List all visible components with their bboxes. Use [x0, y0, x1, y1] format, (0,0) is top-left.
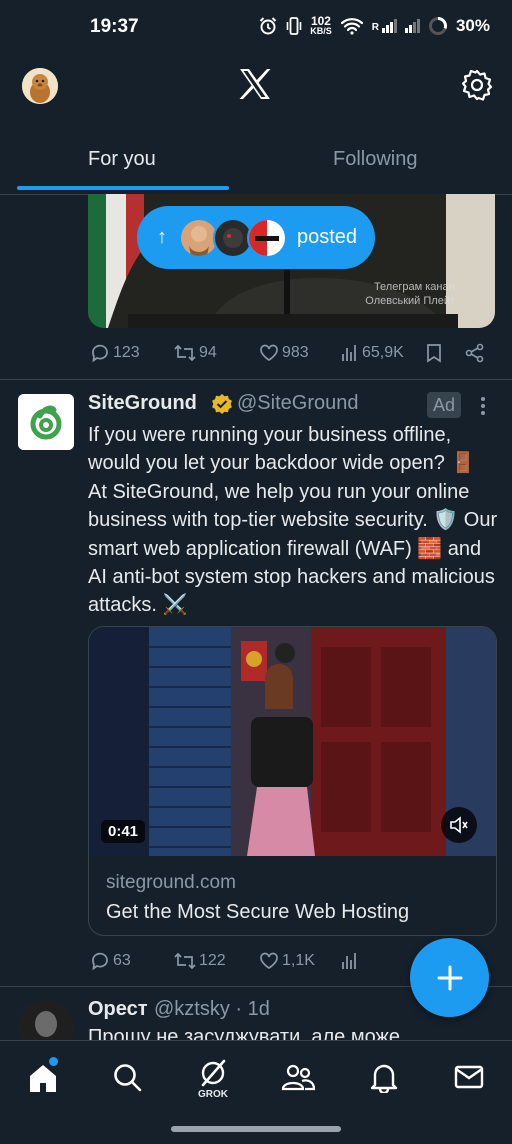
communities-icon	[281, 1064, 316, 1091]
status-bar: 19:37 102 KB/S R 30%	[0, 0, 512, 56]
posted-avatars	[179, 217, 287, 258]
plus-icon	[437, 965, 462, 990]
nav-grok[interactable]: GROK	[193, 1058, 233, 1100]
battery-ring-icon	[428, 16, 448, 36]
post-divider	[0, 379, 512, 380]
network-speed: 102 KB/S	[310, 14, 332, 36]
compose-button[interactable]	[410, 938, 489, 1017]
heart-icon	[260, 344, 278, 362]
tab-following[interactable]: Following	[333, 148, 417, 171]
tab-for-you[interactable]: For you	[88, 148, 156, 171]
video-watermark: Телеграм канал Олевський Плейт	[365, 281, 455, 307]
alarm-icon	[258, 16, 278, 36]
repost-button[interactable]: 94	[174, 343, 217, 363]
mute-icon[interactable]	[441, 807, 477, 843]
verified-badge-icon	[211, 393, 233, 415]
posted-label: posted	[297, 226, 358, 248]
nav-messages[interactable]	[449, 1061, 489, 1093]
arrow-up-icon: ↑	[157, 226, 167, 248]
bookmark-icon[interactable]	[426, 343, 442, 363]
vibrate-icon	[286, 16, 302, 36]
repost-icon	[174, 952, 196, 970]
new-posts-pill[interactable]: ↑ posted	[137, 206, 375, 269]
reply-button[interactable]: 123	[90, 343, 140, 363]
reply-icon	[92, 344, 108, 363]
author-handle[interactable]: @kztsky · 1d	[154, 998, 270, 1021]
home-icon	[30, 1065, 56, 1092]
repost-icon	[174, 344, 196, 362]
home-notification-dot	[49, 1057, 58, 1066]
ad-author-name[interactable]: SiteGround	[88, 392, 197, 415]
heart-icon	[260, 952, 278, 970]
home-indicator	[171, 1126, 341, 1132]
x-logo-icon[interactable]	[238, 68, 272, 100]
video-duration: 0:41	[101, 820, 146, 843]
status-time: 19:37	[90, 16, 139, 37]
ad-badge: Ad	[427, 392, 461, 418]
like-button[interactable]: 983	[259, 343, 309, 363]
views-button[interactable]: 65,9K	[341, 343, 404, 363]
timeline-tabs: For you Following	[0, 130, 512, 195]
nav-notifications[interactable]	[364, 1061, 404, 1093]
post1-actions: 123 94 983 65,9K	[0, 340, 512, 368]
like-button[interactable]: 1,1K	[259, 951, 315, 971]
nav-communities[interactable]	[278, 1061, 318, 1093]
active-tab-indicator	[17, 186, 229, 190]
cell-signal-icon: R	[372, 18, 397, 33]
battery-percent: 30%	[455, 15, 490, 35]
notifications-icon	[370, 1064, 398, 1093]
nav-search[interactable]	[107, 1061, 147, 1093]
views-icon[interactable]	[341, 951, 359, 971]
author-name[interactable]: Орест	[88, 998, 148, 1021]
search-icon	[114, 1064, 142, 1092]
posted-avatar-3	[247, 217, 287, 258]
more-options-icon[interactable]	[476, 396, 490, 416]
profile-avatar[interactable]	[22, 68, 58, 104]
ad-text: If you were running your business offlin…	[88, 424, 498, 617]
messages-icon	[454, 1065, 484, 1089]
gear-icon[interactable]	[460, 68, 494, 102]
nav-home[interactable]	[23, 1061, 63, 1095]
grok-icon	[201, 1059, 226, 1087]
ad-video[interactable]	[89, 627, 496, 856]
card-title: Get the Most Secure Web Hosting	[106, 901, 410, 923]
views-icon	[342, 345, 356, 361]
repost-button[interactable]: 122	[174, 951, 226, 971]
card-domain: siteground.com	[106, 872, 236, 893]
cell-signal-2-icon	[404, 18, 420, 33]
reply-button[interactable]: 63	[90, 951, 131, 971]
reply-icon	[92, 952, 108, 971]
share-icon[interactable]	[465, 343, 485, 363]
status-icons: 102 KB/S R 30%	[258, 15, 490, 36]
wifi-icon	[340, 17, 364, 35]
siteground-avatar[interactable]	[18, 394, 74, 450]
ad-card[interactable]: 0:41 siteground.com Get the Most Secure …	[88, 626, 497, 936]
ad-author-handle[interactable]: @SiteGround	[237, 392, 358, 415]
